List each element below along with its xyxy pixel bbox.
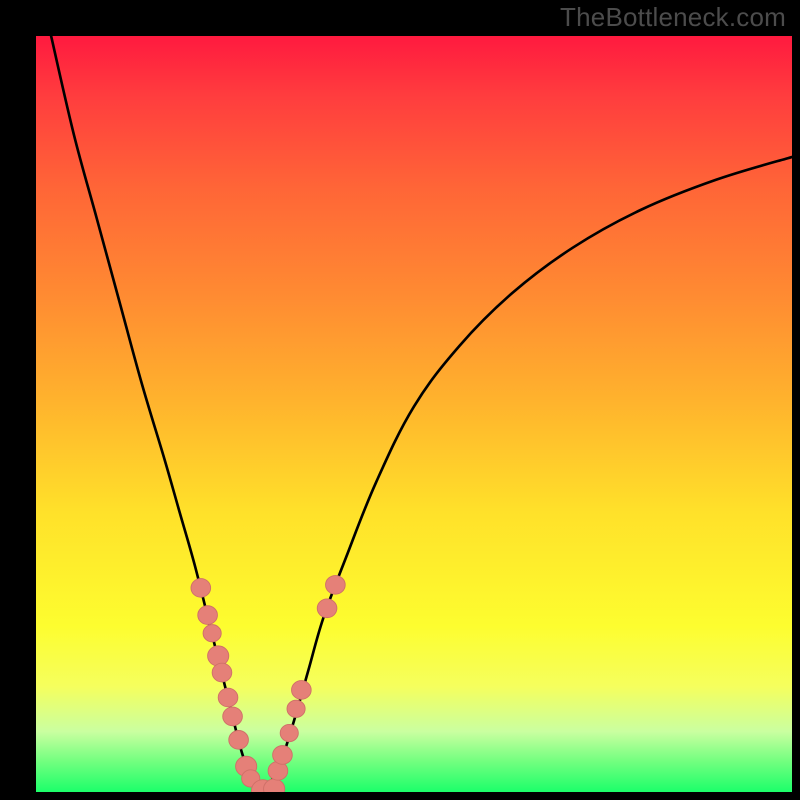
data-point xyxy=(273,746,293,765)
data-point xyxy=(198,606,218,625)
data-point xyxy=(208,646,229,666)
data-point xyxy=(317,599,337,618)
data-point xyxy=(326,576,346,595)
data-point xyxy=(218,688,238,707)
data-point xyxy=(229,730,249,749)
chart-frame: TheBottleneck.com xyxy=(0,0,800,800)
data-point xyxy=(212,663,232,682)
plot-area xyxy=(36,36,792,792)
data-point xyxy=(191,579,211,598)
data-point xyxy=(280,724,298,741)
data-markers xyxy=(191,576,345,792)
curve-left xyxy=(51,36,263,792)
curve-right xyxy=(263,157,792,792)
watermark-label: TheBottleneck.com xyxy=(560,2,786,33)
data-point xyxy=(223,707,243,726)
data-point xyxy=(287,700,305,717)
curve-layer xyxy=(36,36,792,792)
data-point xyxy=(292,681,312,700)
data-point xyxy=(203,625,221,642)
